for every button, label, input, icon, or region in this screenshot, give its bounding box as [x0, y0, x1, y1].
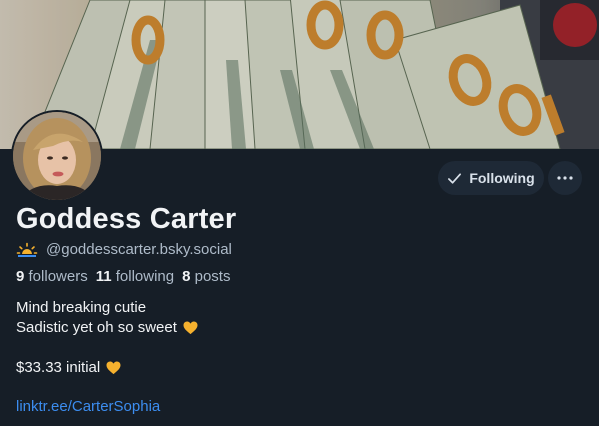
following-button-label: Following — [469, 170, 535, 186]
bio-line-3: $33.33 initial — [16, 358, 198, 378]
posts-label: posts — [194, 268, 231, 285]
bio-text-2: Sadistic yet oh so sweet — [16, 319, 177, 336]
handle: @goddesscarter.bsky.social — [46, 241, 232, 258]
avatar[interactable] — [11, 110, 103, 202]
bio-text-3: $33.33 initial — [16, 359, 101, 376]
profile-bio: Mind breaking cutie Sadistic yet oh so s… — [16, 298, 198, 378]
ellipsis-icon — [557, 176, 573, 180]
profile-stats: 9 followers 11 following 8 posts — [16, 268, 230, 285]
posts-count: 8 — [182, 268, 191, 285]
handle-row: @goddesscarter.bsky.social — [16, 241, 232, 258]
followers-count: 9 — [16, 268, 25, 285]
bio-line-2: Sadistic yet oh so sweet — [16, 318, 198, 338]
bio-link[interactable]: linktr.ee/CarterSophia — [16, 398, 160, 415]
checkmark-icon — [448, 172, 462, 184]
following-button[interactable]: Following — [438, 161, 544, 195]
following-stat[interactable]: 11 following — [96, 268, 174, 285]
more-options-button[interactable] — [548, 161, 582, 195]
following-count: 11 — [95, 268, 112, 285]
followers-label: followers — [28, 268, 88, 285]
followers-stat[interactable]: 9 followers — [16, 268, 88, 285]
bio-line-1: Mind breaking cutie — [16, 298, 198, 318]
display-name: Goddess Carter — [16, 203, 237, 235]
bio-text-1: Mind breaking cutie — [16, 299, 147, 316]
yellow-heart-icon — [106, 361, 121, 375]
avatar-photo — [13, 112, 101, 200]
following-label: following — [115, 268, 175, 285]
posts-stat: 8 posts — [182, 268, 230, 285]
yellow-heart-icon — [183, 321, 198, 335]
sunrise-icon — [16, 242, 38, 257]
